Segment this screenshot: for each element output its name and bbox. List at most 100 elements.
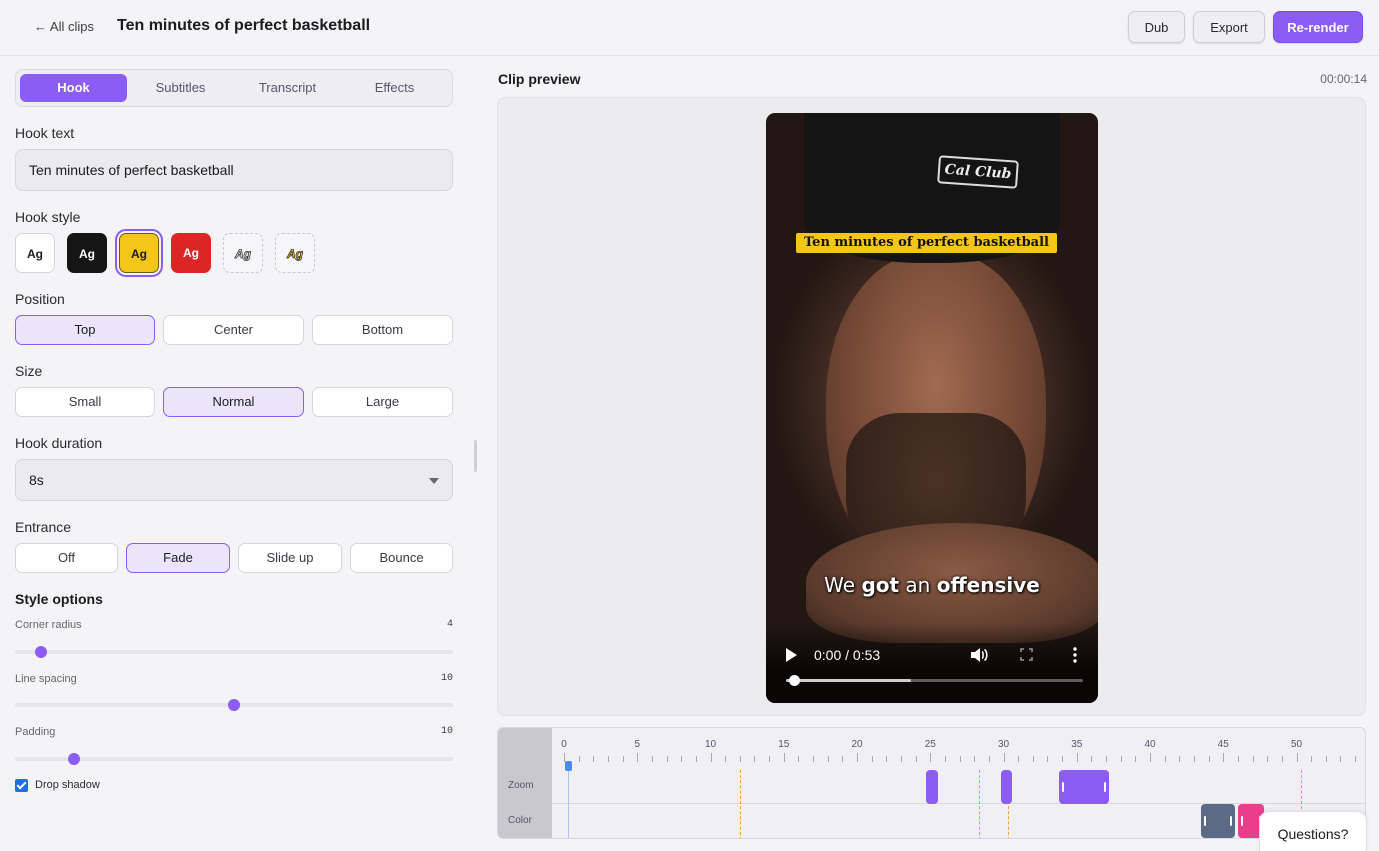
timeline-tick-mark — [1047, 756, 1049, 762]
player-buffered-bar — [786, 679, 911, 682]
timeline-tick-mark — [739, 756, 741, 762]
playhead-handle[interactable] — [565, 761, 573, 771]
timeline-tick-label: 30 — [997, 739, 1010, 750]
corner-radius-thumb[interactable] — [35, 646, 48, 658]
timeline-tick-mark — [725, 756, 727, 762]
tab-effects[interactable]: Effects — [341, 74, 448, 102]
timeline-tick-mark — [959, 756, 961, 762]
line-spacing-label: Line spacing — [15, 673, 77, 685]
video-player[interactable]: Cal Club Ten minutes of perfect basketba… — [766, 113, 1098, 703]
timeline-tick-mark — [915, 756, 917, 762]
timeline-tick-mark — [1032, 756, 1034, 762]
hook-style-outline-yellow[interactable]: Ag — [275, 233, 315, 273]
rerender-button[interactable]: Re-render — [1273, 11, 1363, 43]
padding-thumb[interactable] — [68, 753, 81, 765]
timeline-tick-mark — [1296, 753, 1298, 762]
track-label-color: Color — [508, 815, 532, 826]
timeline-tick-mark — [1355, 756, 1357, 762]
subtitle-word: offensive — [936, 573, 1040, 597]
timeline-tick-label: 45 — [1217, 739, 1229, 750]
timeline-tick-mark — [1106, 756, 1108, 762]
timeline-tick-mark — [1267, 756, 1269, 762]
hook-style-black[interactable]: Ag — [67, 233, 107, 273]
cap-logo: Cal Club — [937, 155, 1019, 189]
timeline-marker — [739, 770, 741, 838]
clip-trim-handle[interactable] — [1229, 816, 1232, 826]
subtitle-word: got — [861, 573, 900, 597]
hook-style-yellow[interactable]: Ag — [115, 229, 163, 277]
zoom-clip[interactable] — [1059, 770, 1109, 804]
tab-hook[interactable]: Hook — [20, 74, 127, 102]
timeline-tick-mark — [754, 756, 756, 762]
player-controls-bar — [766, 623, 1098, 703]
timeline-tick-mark — [666, 756, 668, 762]
tab-transcript[interactable]: Transcript — [234, 74, 341, 102]
timeline-tick-mark — [886, 756, 888, 762]
timeline[interactable]: Zoom Color 051015202530354045505 — [497, 727, 1366, 839]
timeline-tick-mark — [769, 756, 771, 762]
entrance-off-option[interactable]: Off — [15, 543, 118, 573]
back-to-all-clips-link[interactable]: ← All clips — [34, 19, 94, 34]
zoom-clip[interactable] — [925, 770, 938, 804]
size-large-option[interactable]: Large — [312, 387, 453, 417]
timeline-tick-label: 40 — [1144, 739, 1156, 750]
zoom-clip[interactable] — [1000, 770, 1013, 804]
timeline-tick-mark — [1325, 756, 1327, 762]
clip-preview-title: Clip preview — [498, 71, 581, 87]
export-button[interactable]: Export — [1193, 11, 1265, 43]
more-options-icon[interactable] — [1073, 647, 1077, 663]
timeline-tick-mark — [695, 756, 697, 762]
position-bottom-option[interactable]: Bottom — [312, 315, 453, 345]
hook-duration-value: 8s — [29, 472, 44, 488]
player-progress-bar[interactable] — [786, 675, 1083, 686]
padding-slider[interactable] — [15, 753, 453, 765]
line-spacing-thumb[interactable] — [228, 699, 240, 711]
questions-help-button[interactable]: Questions? — [1259, 811, 1367, 851]
entrance-slide-up-option[interactable]: Slide up — [238, 543, 342, 573]
timeline-tick-mark — [827, 756, 829, 762]
player-scrub-thumb[interactable] — [789, 675, 800, 686]
fullscreen-icon[interactable] — [1020, 648, 1033, 661]
corner-radius-slider[interactable] — [15, 646, 453, 658]
clip-trim-handle[interactable] — [1204, 816, 1207, 826]
timeline-track-labels: Zoom Color — [498, 728, 552, 838]
hook-duration-select[interactable]: 8s — [15, 459, 453, 501]
line-spacing-slider[interactable] — [15, 699, 453, 711]
clip-trim-handle[interactable] — [1103, 782, 1106, 792]
play-icon[interactable] — [786, 648, 797, 662]
timeline-tick-label: 25 — [924, 739, 936, 750]
tab-subtitles[interactable]: Subtitles — [127, 74, 234, 102]
clip-trim-handle[interactable] — [1240, 816, 1243, 826]
position-center-option[interactable]: Center — [163, 315, 304, 345]
panel-resize-handle[interactable] — [474, 440, 477, 472]
subtitle-word: an — [905, 573, 931, 597]
hook-style-white[interactable]: Ag — [15, 233, 55, 273]
clip-trim-handle[interactable] — [1062, 782, 1065, 792]
top-bar: ← All clips Ten minutes of perfect baske… — [0, 0, 1379, 56]
hook-text-input[interactable]: Ten minutes of perfect basketball — [15, 149, 453, 191]
size-small-option[interactable]: Small — [15, 387, 155, 417]
position-top-option[interactable]: Top — [15, 315, 155, 345]
line-spacing-value: 10 — [440, 673, 453, 684]
corner-radius-label: Corner radius — [15, 619, 82, 631]
entrance-label: Entrance — [15, 519, 72, 535]
subtitle-overlay: We got an offensive — [766, 573, 1098, 597]
entrance-fade-option[interactable]: Fade — [126, 543, 230, 573]
subtitle-word: We — [824, 573, 856, 597]
dub-button[interactable]: Dub — [1128, 11, 1185, 43]
entrance-bounce-option[interactable]: Bounce — [350, 543, 453, 573]
chevron-down-icon — [429, 478, 439, 484]
timeline-tick-mark — [1164, 756, 1166, 762]
timeline-tick-mark — [871, 756, 873, 762]
timeline-tick-mark — [1311, 756, 1313, 762]
player-time: 0:00 / 0:53 — [814, 647, 881, 663]
drop-shadow-checkbox[interactable] — [15, 779, 28, 792]
timeline-tick-mark — [783, 753, 785, 762]
size-normal-option[interactable]: Normal — [163, 387, 304, 417]
hook-style-red[interactable]: Ag — [171, 233, 211, 273]
color-clip[interactable] — [1201, 804, 1235, 838]
timeline-tick-mark — [1223, 753, 1225, 762]
hook-caption-overlay: Ten minutes of perfect basketball — [796, 233, 1057, 253]
hook-style-outline-white[interactable]: Ag — [223, 233, 263, 273]
volume-icon[interactable] — [970, 647, 988, 663]
